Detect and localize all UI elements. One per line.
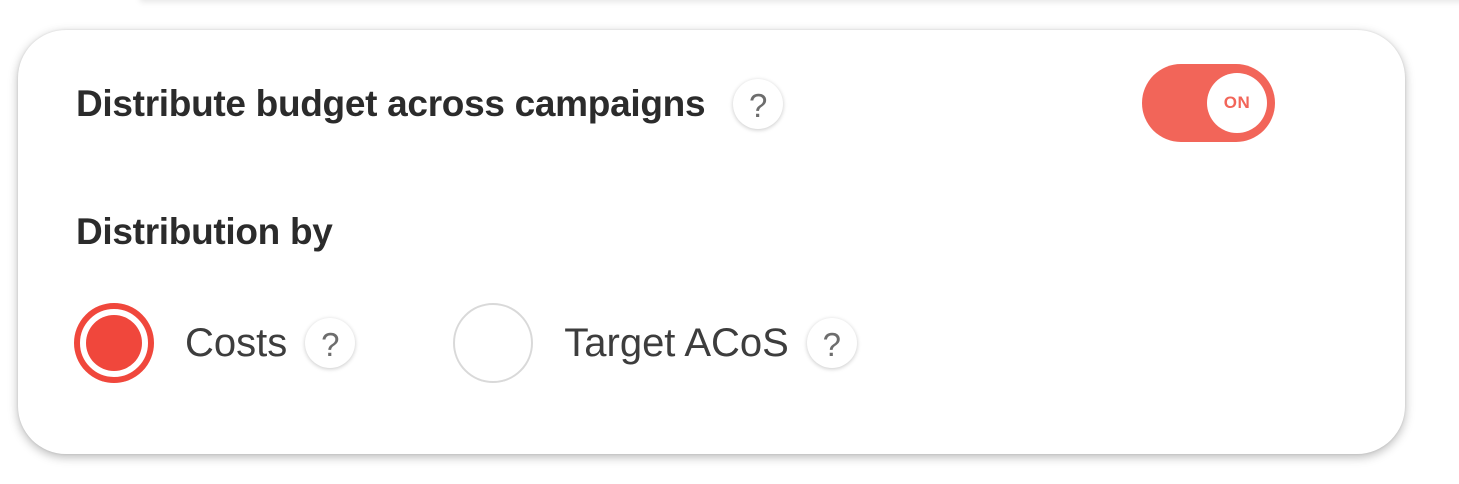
- distribute-budget-row: Distribute budget across campaigns ?: [76, 76, 784, 132]
- help-icon[interactable]: ?: [733, 79, 784, 129]
- distribute-budget-toggle[interactable]: ON: [1142, 64, 1275, 142]
- radio-selected-dot: [86, 315, 142, 371]
- toggle-knob: ON: [1207, 73, 1267, 133]
- costs-radio[interactable]: [74, 303, 154, 383]
- target-acos-help-icon[interactable]: ?: [806, 318, 857, 368]
- distribution-options: Costs ? Target ACoS ?: [74, 302, 857, 384]
- target-acos-label: Target ACoS: [564, 320, 789, 365]
- distribute-budget-heading: Distribute budget across campaigns: [76, 83, 706, 124]
- target-acos-radio[interactable]: [453, 303, 534, 383]
- distribution-by-heading: Distribution by: [76, 211, 333, 252]
- toggle-state-label: ON: [1223, 93, 1251, 112]
- option-target-acos[interactable]: Target ACoS ?: [453, 303, 857, 383]
- budget-settings-card: Distribute budget across campaigns ? ON …: [18, 30, 1405, 454]
- option-costs[interactable]: Costs ?: [74, 303, 356, 383]
- costs-help-icon[interactable]: ?: [305, 318, 356, 368]
- costs-label: Costs: [185, 320, 288, 365]
